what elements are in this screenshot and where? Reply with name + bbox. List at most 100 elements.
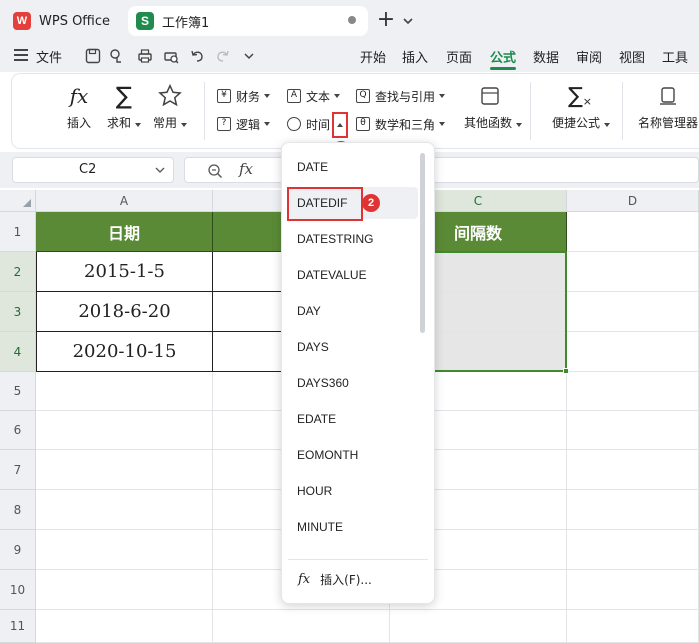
- fx-button[interactable]: fx: [239, 160, 253, 178]
- formula-input[interactable]: fx: [184, 157, 699, 183]
- finance-functions-button[interactable]: ¥ 财务: [217, 86, 271, 106]
- cell[interactable]: [567, 212, 699, 252]
- column-header-d[interactable]: D: [567, 190, 699, 212]
- undo-icon[interactable]: [188, 47, 206, 65]
- function-item-days360[interactable]: DAYS360: [288, 367, 418, 399]
- cell[interactable]: [390, 610, 567, 643]
- quick-formula-label: 便捷公式: [552, 116, 601, 130]
- tab-insert[interactable]: 插入: [402, 47, 428, 66]
- lookup-functions-button[interactable]: Q 查找与引用: [356, 86, 446, 106]
- date-cell[interactable]: 2015-1-5: [36, 252, 213, 292]
- new-tab-plus-icon[interactable]: +: [373, 8, 399, 34]
- cell[interactable]: [567, 570, 699, 610]
- name-box-chevron-icon[interactable]: [155, 165, 165, 175]
- logic-icon: ?: [217, 117, 231, 131]
- tab-formula[interactable]: 公式: [490, 47, 516, 66]
- insert-function-menu-item[interactable]: fx 插入(F)...: [298, 571, 372, 588]
- save-icon[interactable]: [84, 47, 102, 65]
- tab-workbook[interactable]: S 工作簿1: [128, 6, 368, 36]
- name-box[interactable]: C2: [12, 157, 174, 183]
- cell[interactable]: [567, 332, 699, 372]
- row-header-7[interactable]: 7: [0, 450, 36, 490]
- function-item-datevalue[interactable]: DATEVALUE: [288, 259, 418, 291]
- name-manager-button[interactable]: 名称管理器: [636, 82, 699, 131]
- function-item-days[interactable]: DAYS: [288, 331, 418, 363]
- calendar-grid-icon: [464, 82, 516, 110]
- export-icon[interactable]: [108, 47, 126, 65]
- time-functions-button[interactable]: 时间: [287, 114, 330, 134]
- column-header-a[interactable]: A: [36, 190, 213, 212]
- cell[interactable]: [36, 411, 213, 450]
- row-header-1[interactable]: 1: [0, 212, 36, 252]
- quick-formula-button[interactable]: ∑ × 便捷公式: [552, 82, 611, 131]
- time-functions-dropdown-toggle[interactable]: [332, 112, 348, 138]
- other-functions-button[interactable]: 其他函数: [464, 82, 523, 131]
- zoom-icon[interactable]: [207, 163, 223, 179]
- function-item-minute[interactable]: MINUTE: [288, 511, 418, 543]
- row-header-3[interactable]: 3: [0, 292, 36, 332]
- spreadsheet-icon: S: [136, 12, 154, 30]
- cell[interactable]: [36, 372, 213, 411]
- cell[interactable]: [36, 570, 213, 610]
- cell[interactable]: [567, 252, 699, 292]
- tab-wps-label: WPS Office: [39, 13, 111, 29]
- cell[interactable]: [567, 490, 699, 530]
- function-item-edate[interactable]: EDATE: [288, 403, 418, 435]
- cell[interactable]: [36, 490, 213, 530]
- tab-list-chevron-icon[interactable]: [400, 13, 416, 29]
- tab-page[interactable]: 页面: [446, 47, 472, 66]
- cell[interactable]: [36, 450, 213, 490]
- cell[interactable]: [567, 411, 699, 450]
- function-item-day[interactable]: DAY: [288, 295, 418, 327]
- logic-label: 逻辑: [236, 117, 261, 132]
- cell[interactable]: [567, 530, 699, 570]
- insert-function-button[interactable]: fx 插入: [57, 82, 101, 131]
- autosum-button[interactable]: ∑ 求和: [102, 82, 146, 131]
- row-header-8[interactable]: 8: [0, 490, 36, 530]
- tab-review[interactable]: 审阅: [576, 47, 602, 66]
- tab-tools[interactable]: 工具: [662, 47, 688, 66]
- tab-wps-office[interactable]: W WPS Office: [5, 6, 123, 36]
- row-header-10[interactable]: 10: [0, 570, 36, 610]
- select-all-corner[interactable]: [0, 190, 36, 212]
- function-item-datestring[interactable]: DATESTRING: [288, 223, 418, 255]
- step-badge-2: 2: [362, 194, 380, 212]
- cell[interactable]: [567, 610, 699, 643]
- function-item-eomonth[interactable]: EOMONTH: [288, 439, 418, 471]
- dropdown-scrollbar[interactable]: [420, 153, 425, 333]
- logic-functions-button[interactable]: ? 逻辑: [217, 114, 271, 134]
- print-preview-icon[interactable]: [162, 47, 180, 65]
- date-cell[interactable]: 2018-6-20: [36, 292, 213, 332]
- quick-access-chevron-icon[interactable]: [240, 47, 258, 65]
- function-item-date[interactable]: DATE: [288, 151, 418, 183]
- ribbon-separator: [204, 82, 205, 140]
- cell[interactable]: [567, 450, 699, 490]
- cell[interactable]: [36, 530, 213, 570]
- fill-handle[interactable]: [563, 368, 569, 374]
- cell[interactable]: [213, 610, 390, 643]
- row-header-11[interactable]: 11: [0, 610, 36, 643]
- print-icon[interactable]: [136, 47, 154, 65]
- unsaved-dot-icon[interactable]: [348, 16, 356, 24]
- row-header-6[interactable]: 6: [0, 411, 36, 450]
- tab-view[interactable]: 视图: [619, 47, 645, 66]
- hamburger-menu-icon[interactable]: [14, 49, 28, 61]
- active-tab-indicator: [490, 67, 516, 70]
- redo-icon[interactable]: [214, 47, 232, 65]
- row-header-9[interactable]: 9: [0, 530, 36, 570]
- file-menu[interactable]: 文件: [36, 47, 62, 66]
- tab-home[interactable]: 开始: [360, 47, 386, 66]
- row-header-2[interactable]: 2: [0, 252, 36, 292]
- function-item-hour[interactable]: HOUR: [288, 475, 418, 507]
- row-header-4[interactable]: 4: [0, 332, 36, 372]
- row-header-5[interactable]: 5: [0, 372, 36, 411]
- common-functions-button[interactable]: 常用: [148, 82, 192, 131]
- cell[interactable]: [567, 292, 699, 332]
- cell[interactable]: [567, 372, 699, 411]
- tab-data[interactable]: 数据: [533, 47, 559, 66]
- math-functions-button[interactable]: θ 数学和三角: [356, 114, 446, 134]
- date-cell[interactable]: 2020-10-15: [36, 332, 213, 372]
- header-cell-date[interactable]: 日期: [36, 212, 213, 252]
- cell[interactable]: [36, 610, 213, 643]
- text-functions-button[interactable]: A 文本: [287, 86, 341, 106]
